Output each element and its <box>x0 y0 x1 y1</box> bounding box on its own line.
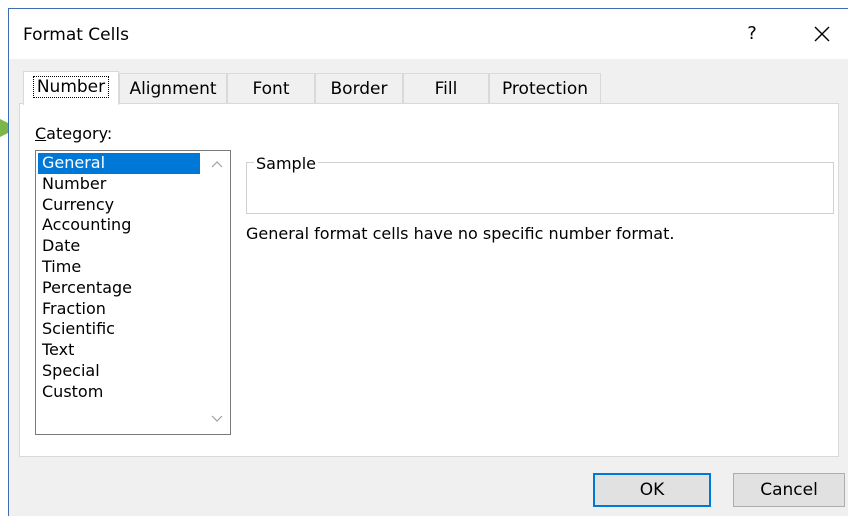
tab-strip: Number Alignment Font Border Fill Protec… <box>19 71 619 105</box>
category-item-date[interactable]: Date <box>38 236 200 257</box>
sample-legend: Sample <box>254 154 318 173</box>
category-item-custom[interactable]: Custom <box>38 382 200 403</box>
category-item-currency[interactable]: Currency <box>38 195 200 216</box>
dialog-title: Format Cells <box>23 25 129 45</box>
category-list: General Number Currency Accounting Date … <box>38 153 200 403</box>
category-listbox[interactable]: General Number Currency Accounting Date … <box>35 150 231 435</box>
cancel-button[interactable]: Cancel <box>733 473 845 507</box>
format-cells-dialog: Format Cells ? Number Alignment Font Bor… <box>8 8 848 516</box>
sample-groupbox <box>246 162 834 214</box>
ok-button[interactable]: OK <box>593 473 711 507</box>
category-item-special[interactable]: Special <box>38 361 200 382</box>
tab-border[interactable]: Border <box>315 73 403 103</box>
help-button[interactable]: ? <box>737 21 767 47</box>
category-label: Category: <box>35 124 113 143</box>
category-item-number[interactable]: Number <box>38 174 200 195</box>
category-item-accounting[interactable]: Accounting <box>38 215 200 236</box>
number-tab-panel: Category: General Number Currency Accoun… <box>19 103 839 457</box>
tab-alignment[interactable]: Alignment <box>119 73 227 103</box>
tab-font[interactable]: Font <box>227 73 315 103</box>
format-description: General format cells have no specific nu… <box>246 224 675 243</box>
scroll-down-chevron-icon[interactable] <box>204 408 230 432</box>
category-item-fraction[interactable]: Fraction <box>38 299 200 320</box>
close-button[interactable] <box>807 19 837 49</box>
category-item-time[interactable]: Time <box>38 257 200 278</box>
tab-number[interactable]: Number <box>23 71 119 105</box>
tab-protection[interactable]: Protection <box>489 73 601 103</box>
category-item-percentage[interactable]: Percentage <box>38 278 200 299</box>
category-scrollbar[interactable] <box>204 151 230 434</box>
category-item-text[interactable]: Text <box>38 340 200 361</box>
tab-fill[interactable]: Fill <box>403 73 489 103</box>
category-item-scientific[interactable]: Scientific <box>38 319 200 340</box>
scroll-up-chevron-icon[interactable] <box>204 153 230 177</box>
title-bar: Format Cells ? <box>9 9 848 59</box>
category-item-general[interactable]: General <box>38 153 200 174</box>
close-icon <box>814 26 830 42</box>
